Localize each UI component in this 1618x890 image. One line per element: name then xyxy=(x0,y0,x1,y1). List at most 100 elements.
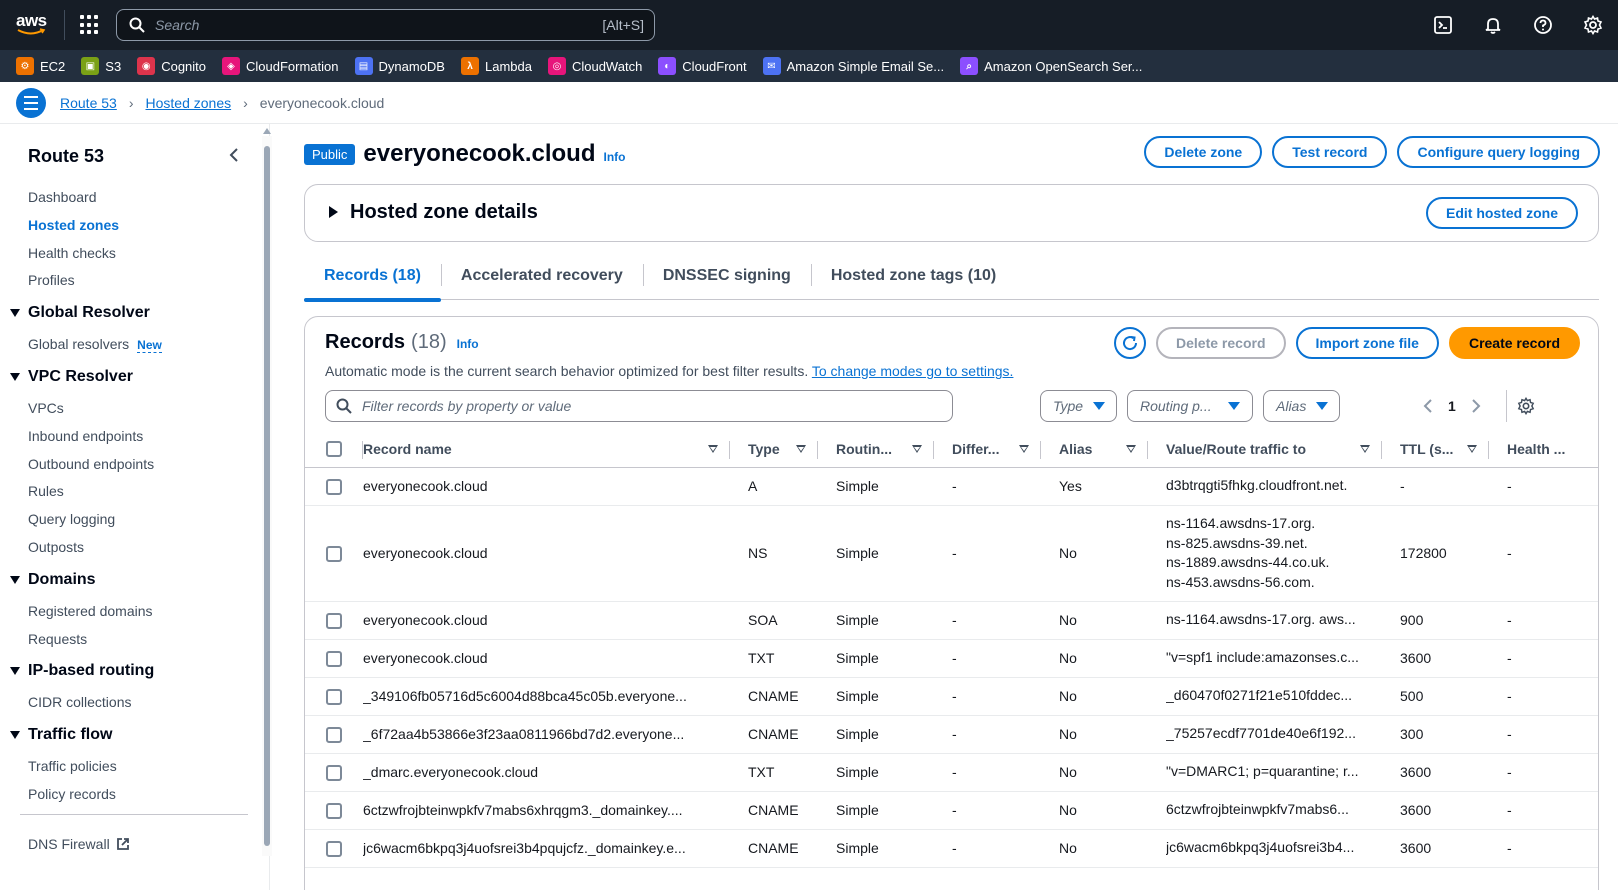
services-grid-icon[interactable] xyxy=(80,15,100,35)
type-select[interactable]: Type xyxy=(1040,390,1117,422)
sidebar-item-registered-domains[interactable]: Registered domains xyxy=(0,598,260,626)
help-icon[interactable] xyxy=(1518,0,1568,50)
records-info-link[interactable]: Info xyxy=(457,337,479,351)
global-search-input[interactable]: Search [Alt+S] xyxy=(116,9,655,41)
sidebar-item-traffic-policies[interactable]: Traffic policies xyxy=(0,753,260,781)
table-row[interactable]: _dmarc.everyonecook.cloud TXT Simple - No "v=… xyxy=(305,753,1598,792)
tab-accelerated-recovery[interactable]: Accelerated recovery xyxy=(440,260,643,300)
sidebar-item-inbound-endpoints[interactable]: Inbound endpoints xyxy=(0,423,260,451)
sidebar-item-dashboard[interactable]: Dashboard xyxy=(0,184,260,212)
row-checkbox[interactable] xyxy=(326,726,342,743)
column-header-alias[interactable]: Alias xyxy=(1041,431,1148,468)
previous-page-icon[interactable] xyxy=(1422,399,1434,413)
column-header-ttl-s[interactable]: TTL (s... xyxy=(1382,431,1489,468)
favorite-amazon-simple-email-se[interactable]: ✉ Amazon Simple Email Se... xyxy=(762,57,944,75)
filter-records-input[interactable]: Filter records by property or value xyxy=(325,390,953,422)
sidebar-section-global-resolver[interactable]: Global Resolver xyxy=(0,295,260,331)
favorite-lambda[interactable]: λ Lambda xyxy=(460,57,532,75)
test-record-button[interactable]: Test record xyxy=(1272,136,1388,168)
aws-logo[interactable]: aws xyxy=(16,12,50,38)
favorite-cloudwatch[interactable]: ◎ CloudWatch xyxy=(547,57,642,75)
sidebar-scrollbar[interactable] xyxy=(262,128,272,856)
favorite-dynamodb[interactable]: ▤ DynamoDB xyxy=(354,57,445,75)
sidebar-item-query-logging[interactable]: Query logging xyxy=(0,506,260,534)
sidebar-item-dns-firewall[interactable]: DNS Firewall xyxy=(28,836,130,852)
column-header-record-name[interactable]: Record name xyxy=(363,431,730,468)
hosted-zone-details-panel[interactable]: Hosted zone details Edit hosted zone xyxy=(304,184,1599,242)
next-page-icon[interactable] xyxy=(1470,399,1482,413)
column-header-routin[interactable]: Routin... xyxy=(818,431,934,468)
select-all-checkbox[interactable] xyxy=(326,441,342,458)
row-checkbox[interactable] xyxy=(326,802,342,819)
new-badge[interactable]: New xyxy=(137,338,162,354)
sidebar-item-profiles[interactable]: Profiles xyxy=(0,267,260,295)
alias-select[interactable]: Alias xyxy=(1263,390,1340,422)
column-header-type[interactable]: Type xyxy=(730,431,818,468)
tab-dnssec-signing[interactable]: DNSSEC signing xyxy=(642,260,811,300)
edit-hosted-zone-button[interactable]: Edit hosted zone xyxy=(1426,197,1578,229)
sidebar-item-cidr-collections[interactable]: CIDR collections xyxy=(0,689,260,717)
configure-query-logging-button[interactable]: Configure query logging xyxy=(1397,136,1600,168)
favorite-cognito[interactable]: ◉ Cognito xyxy=(137,57,206,75)
favorite-s3[interactable]: ▣ S3 xyxy=(81,57,121,75)
info-link[interactable]: Info xyxy=(604,150,626,164)
sort-icon[interactable] xyxy=(1126,444,1136,453)
settings-icon[interactable] xyxy=(1568,0,1618,50)
table-row[interactable]: _349106fb05716d5c6004d88bca45c05b.everyo… xyxy=(305,677,1598,716)
sort-icon[interactable] xyxy=(708,444,718,453)
sidebar-item-policy-records[interactable]: Policy records xyxy=(0,781,260,809)
sort-icon[interactable] xyxy=(1467,444,1477,453)
table-row[interactable]: 6ctzwfrojbteinwpkfv7mabs6xhrqgm3._domain… xyxy=(305,791,1598,830)
favorite-cloudfront[interactable]: ◐ CloudFront xyxy=(658,57,747,75)
sort-icon[interactable] xyxy=(796,444,806,453)
table-preferences-button[interactable] xyxy=(1505,390,1535,422)
row-checkbox[interactable] xyxy=(326,545,342,562)
sidebar-item-requests[interactable]: Requests xyxy=(0,626,260,654)
sidebar-item-outbound-endpoints[interactable]: Outbound endpoints xyxy=(0,451,260,479)
create-record-button[interactable]: Create record xyxy=(1448,327,1580,359)
cloudshell-icon[interactable] xyxy=(1418,0,1468,50)
row-checkbox[interactable] xyxy=(326,764,342,781)
row-checkbox[interactable] xyxy=(326,650,342,667)
bell-icon[interactable] xyxy=(1468,0,1518,50)
sidebar-section-domains[interactable]: Domains xyxy=(0,562,260,598)
sidebar-item-global-resolvers[interactable]: Global resolvers New xyxy=(0,331,260,359)
table-row[interactable]: everyonecook.cloud A Simple - Yes d3btrqgti5f… xyxy=(305,467,1598,506)
sort-icon[interactable] xyxy=(1019,444,1029,453)
sidebar-section-ip-based-routing[interactable]: IP-based routing xyxy=(0,653,260,689)
breadcrumb-route53[interactable]: Route 53 xyxy=(60,95,117,111)
row-checkbox[interactable] xyxy=(326,840,342,857)
row-checkbox[interactable] xyxy=(326,478,342,495)
row-checkbox[interactable] xyxy=(326,612,342,629)
sidebar-item-vpcs[interactable]: VPCs xyxy=(0,395,260,423)
close-sidebar-icon[interactable] xyxy=(226,146,244,164)
tab-records[interactable]: Records (18) xyxy=(304,260,441,302)
sort-icon[interactable] xyxy=(1360,444,1370,453)
table-row[interactable]: everyonecook.cloud SOA Simple - No ns-1164.aw… xyxy=(305,601,1598,640)
sidebar-item-rules[interactable]: Rules xyxy=(0,478,260,506)
column-header-value-route-traffic-to[interactable]: Value/Route traffic to xyxy=(1148,431,1382,468)
table-row[interactable]: _6f72aa4b53866e3f23aa0811966bd7d2.everyo… xyxy=(305,715,1598,754)
menu-toggle-button[interactable] xyxy=(16,87,46,118)
sort-icon[interactable] xyxy=(912,444,922,453)
sidebar-item-hosted-zones[interactable]: Hosted zones xyxy=(0,212,260,240)
table-row[interactable]: everyonecook.cloud NS Simple - No ns-1164.aws… xyxy=(305,505,1598,602)
import-zone-file-button[interactable]: Import zone file xyxy=(1295,327,1439,359)
sidebar-item-health-checks[interactable]: Health checks xyxy=(0,240,260,268)
sidebar-section-traffic-flow[interactable]: Traffic flow xyxy=(0,717,260,753)
delete-record-button[interactable]: Delete record xyxy=(1156,327,1286,359)
refresh-button[interactable] xyxy=(1114,327,1147,359)
favorite-ec2[interactable]: ⚙ EC2 xyxy=(16,57,65,75)
favorite-cloudformation[interactable]: ◈ CloudFormation xyxy=(222,57,339,75)
breadcrumb-hosted-zones[interactable]: Hosted zones xyxy=(146,95,232,111)
table-row[interactable]: everyonecook.cloud TXT Simple - No "v=spf1 in… xyxy=(305,639,1598,678)
column-header-health[interactable]: Health ... xyxy=(1489,431,1598,468)
settings-link[interactable]: To change modes go to settings. xyxy=(812,363,1014,379)
table-row[interactable]: jc6wacm6bkpq3j4uofsrei3b4pqujcfz._domain… xyxy=(305,829,1598,868)
delete-zone-button[interactable]: Delete zone xyxy=(1144,136,1263,168)
favorite-amazon-opensearch-ser[interactable]: ⌕ Amazon OpenSearch Ser... xyxy=(960,57,1142,75)
routing-policy-select[interactable]: Routing p... xyxy=(1127,390,1253,422)
sidebar-item-outposts[interactable]: Outposts xyxy=(0,534,260,562)
page-number[interactable]: 1 xyxy=(1448,398,1456,414)
row-checkbox[interactable] xyxy=(326,688,342,705)
